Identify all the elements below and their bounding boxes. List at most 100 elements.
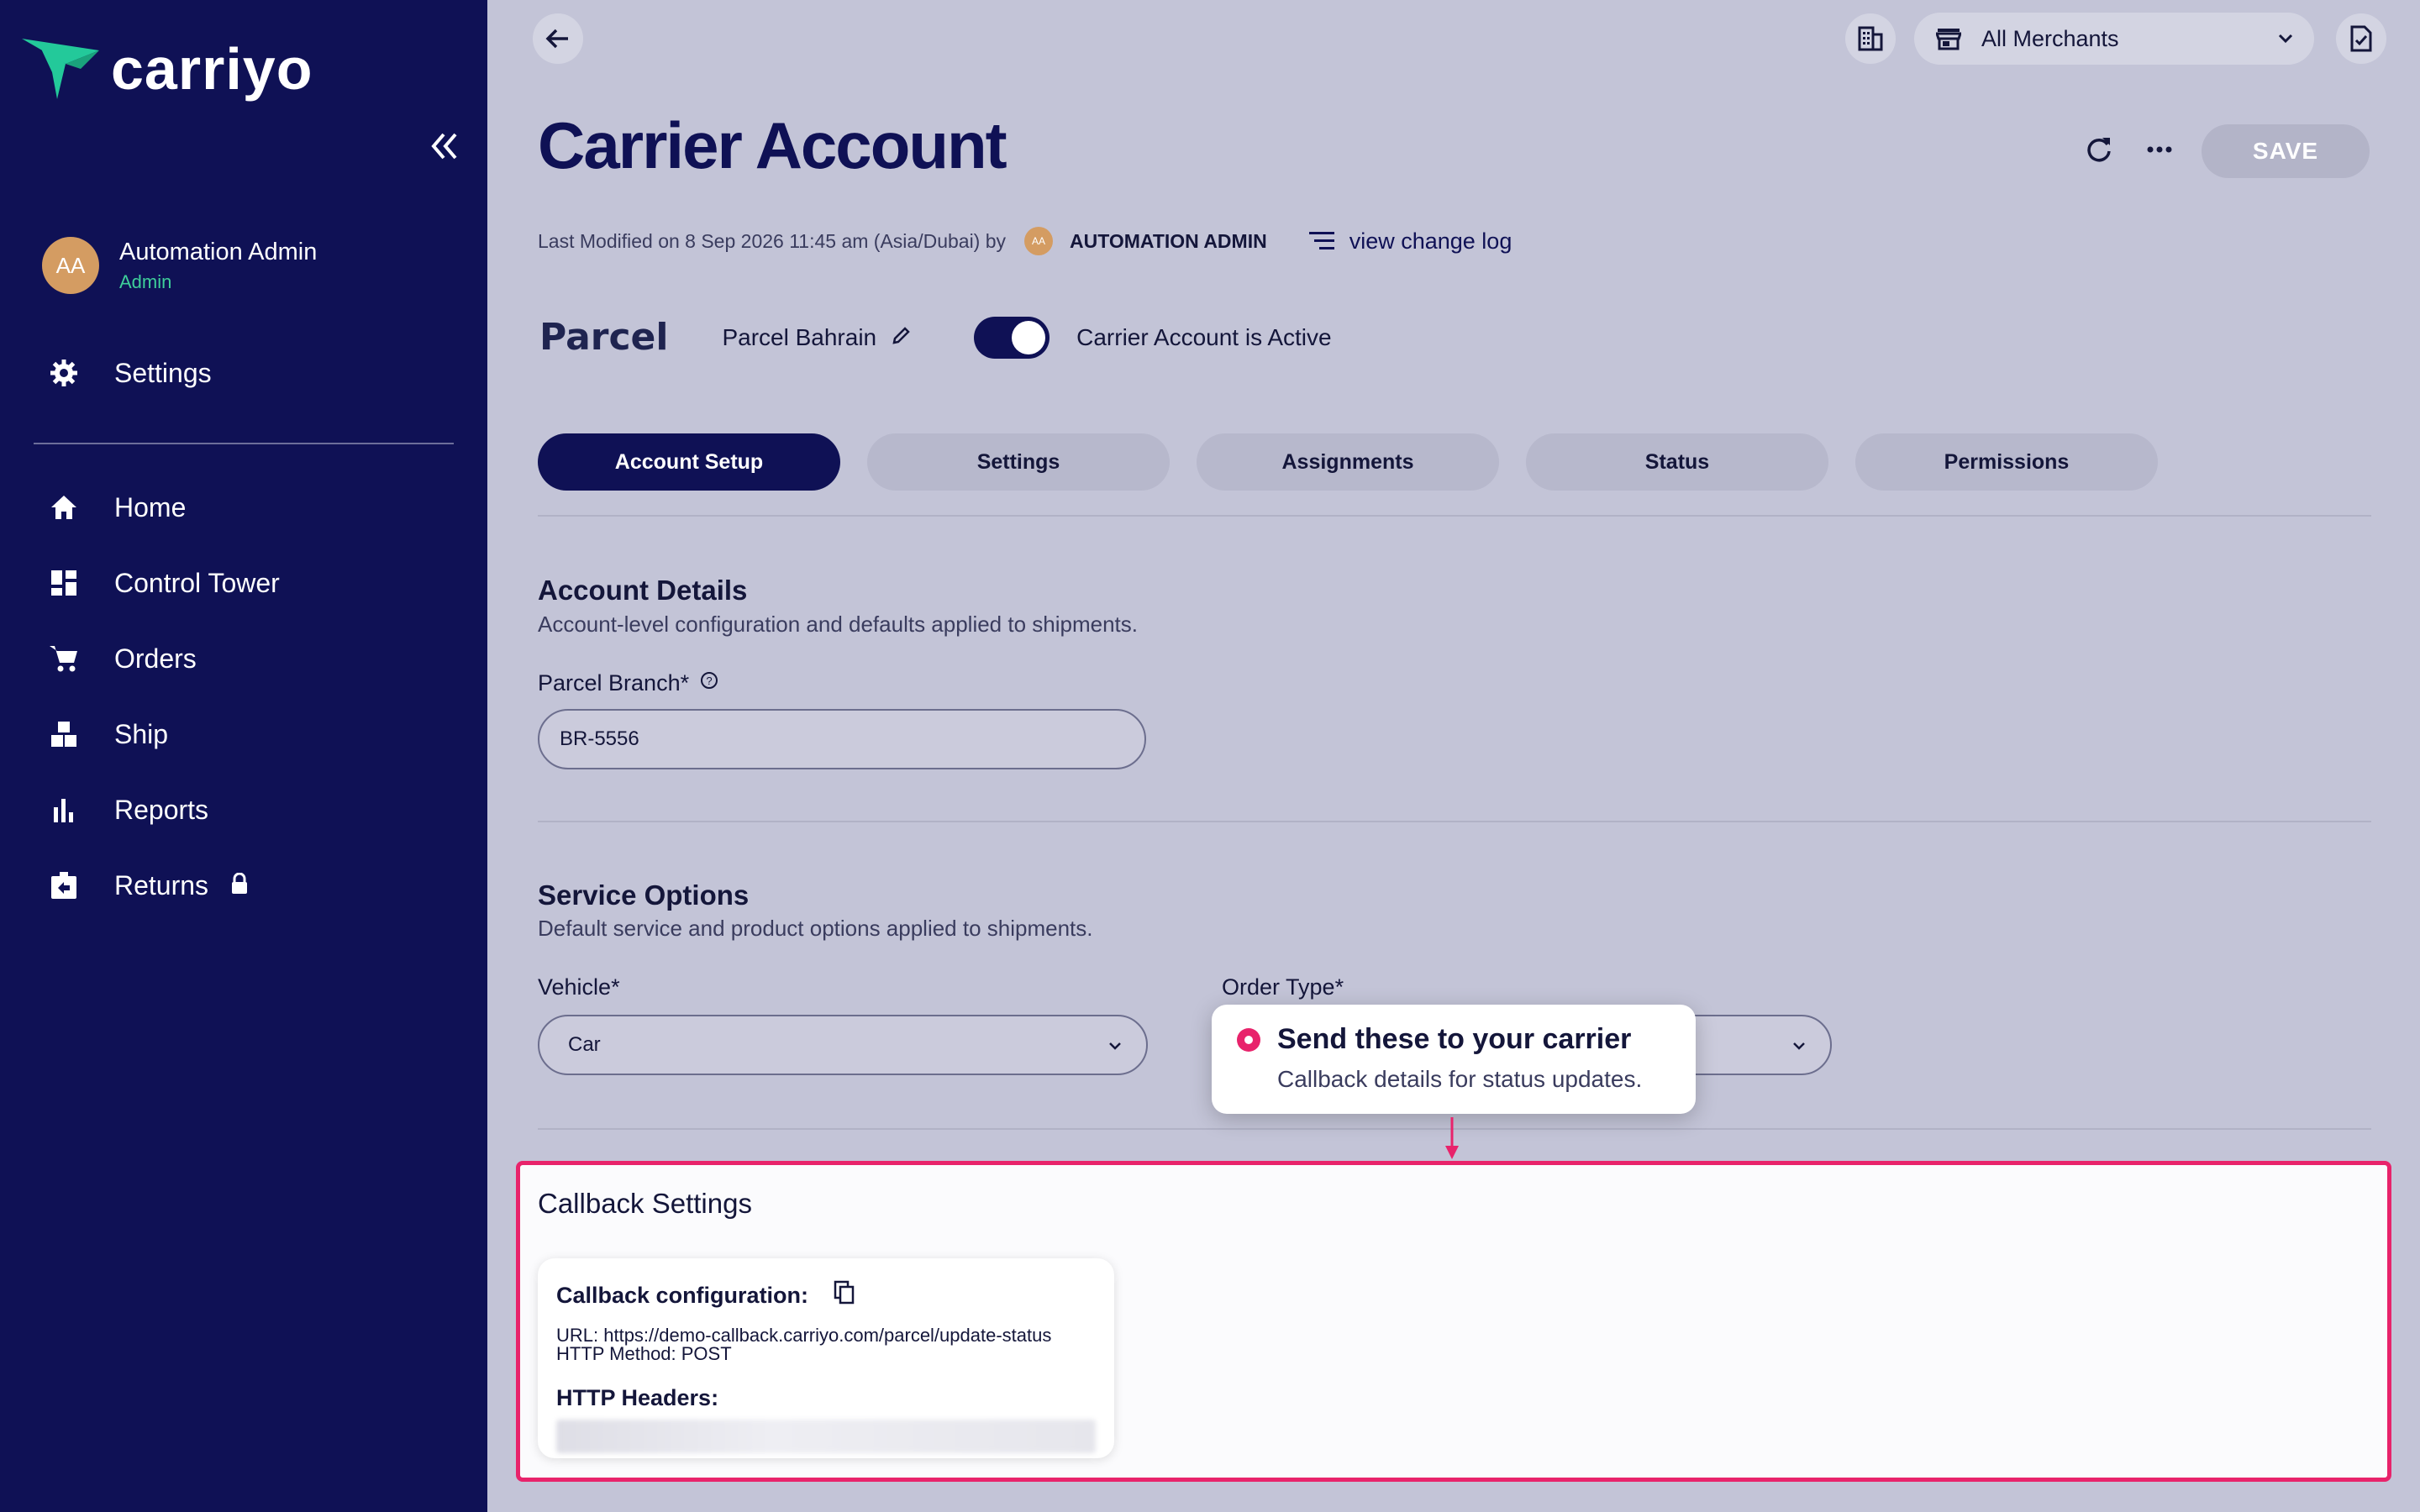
sidebar-item-label: Home <box>114 491 187 522</box>
chevron-down-icon <box>2278 34 2293 44</box>
sidebar: carriyo AA Automation Admin Admin Settin… <box>0 0 487 1512</box>
tab-permissions[interactable]: Permissions <box>1855 433 2158 491</box>
carrier-header: Parcel Parcel Bahrain Carrier Account is… <box>539 316 1332 359</box>
guide-tooltip: Send these to your carrier Callback deta… <box>1212 1005 1696 1114</box>
arrow-left-icon <box>545 29 568 49</box>
copy-button[interactable] <box>834 1280 855 1311</box>
service-options-title: Service Options <box>538 879 750 911</box>
tabs-divider <box>538 515 2371 517</box>
document-check-icon <box>2350 25 2372 52</box>
vehicle-select[interactable]: Car <box>538 1015 1148 1075</box>
save-button[interactable]: SAVE <box>2202 124 2370 178</box>
store-icon <box>1936 29 1961 50</box>
callback-config-label: Callback configuration: <box>556 1283 809 1308</box>
account-details-title: Account Details <box>538 575 748 606</box>
view-change-log-link[interactable]: view change log <box>1308 228 1512 255</box>
sidebar-item-orders[interactable]: Orders <box>47 633 197 684</box>
lock-icon <box>230 872 249 899</box>
tooltip-dot-icon <box>1237 1027 1260 1052</box>
sidebar-item-returns[interactable]: Returns <box>47 860 249 911</box>
tab-account-setup[interactable]: Account Setup <box>538 433 840 491</box>
sidebar-item-label: Reports <box>114 794 209 825</box>
toggle-knob <box>1012 320 1046 354</box>
copy-icon <box>834 1280 855 1305</box>
double-chevron-left-icon <box>431 133 457 160</box>
avatar: AA <box>42 237 99 294</box>
svg-text:?: ? <box>706 675 712 687</box>
tab-status[interactable]: Status <box>1526 433 1828 491</box>
tab-settings[interactable]: Settings <box>867 433 1170 491</box>
user-role: Admin <box>119 270 172 292</box>
modified-user-avatar: AA <box>1024 227 1054 255</box>
tab-assignments[interactable]: Assignments <box>1197 433 1499 491</box>
parcel-branch-label: Parcel Branch* ? <box>538 670 719 696</box>
last-modified-text: Last Modified on 8 Sep 2026 11:45 am (As… <box>538 229 1007 252</box>
chevron-down-icon <box>1793 1042 1805 1050</box>
carriyo-bird-icon <box>22 39 99 99</box>
pencil-icon <box>892 327 910 344</box>
sidebar-item-label: Settings <box>114 357 212 388</box>
bar-chart-icon <box>47 793 81 827</box>
user-name: Automation Admin <box>119 238 318 265</box>
cart-icon <box>47 642 81 675</box>
more-options-button[interactable] <box>2144 134 2175 169</box>
sidebar-item-reports[interactable]: Reports <box>47 785 208 835</box>
carrier-logo: Parcel <box>539 316 669 359</box>
sidebar-item-label: Orders <box>114 643 197 674</box>
back-button[interactable] <box>533 13 583 64</box>
parcel-branch-input[interactable]: BR-5556 <box>538 709 1146 769</box>
sidebar-item-settings[interactable]: Settings <box>47 348 212 398</box>
building-icon <box>1858 26 1883 51</box>
sidebar-item-ship[interactable]: Ship <box>47 709 168 759</box>
vehicle-label: Vehicle* <box>538 974 620 1000</box>
list-icon <box>1308 232 1334 249</box>
help-icon[interactable]: ? <box>699 670 719 696</box>
vehicle-select-value: Car <box>568 1033 601 1056</box>
return-box-icon <box>47 869 81 902</box>
sidebar-divider <box>34 443 454 444</box>
refresh-button[interactable] <box>2084 134 2114 169</box>
user-profile[interactable]: AA Automation Admin Admin <box>42 237 317 294</box>
dashboard-icon <box>47 566 81 600</box>
service-options-subtitle: Default service and product options appl… <box>538 916 1093 941</box>
callback-config-card: Callback configuration: URL: https://dem… <box>538 1258 1114 1458</box>
sidebar-item-home[interactable]: Home <box>47 482 186 533</box>
edit-name-button[interactable] <box>892 325 912 349</box>
sidebar-item-label: Control Tower <box>114 567 280 598</box>
carriyo-logo[interactable]: carriyo <box>22 39 313 99</box>
sidebar-item-control-tower[interactable]: Control Tower <box>47 558 280 608</box>
merchant-selector-value: All Merchants <box>1981 25 2119 51</box>
document-button[interactable] <box>2336 13 2386 64</box>
carrier-active-toggle[interactable] <box>974 316 1050 359</box>
collapse-sidebar-button[interactable] <box>427 129 460 170</box>
logo-text: carriyo <box>111 36 313 102</box>
sidebar-item-label: Ship <box>114 718 169 749</box>
account-details-subtitle: Account-level configuration and defaults… <box>538 612 1138 637</box>
order-type-label: Order Type* <box>1222 974 1344 1000</box>
gear-icon <box>47 356 81 390</box>
more-horizontal-icon <box>2147 146 2172 153</box>
boxes-icon <box>47 717 81 751</box>
section-divider <box>538 821 2371 822</box>
arrow-down-icon <box>1445 1117 1459 1159</box>
merchant-selector[interactable]: All Merchants <box>1914 13 2314 65</box>
last-modified-info: Last Modified on 8 Sep 2026 11:45 am (As… <box>538 227 1512 255</box>
tab-bar: Account Setup Settings Assignments Statu… <box>538 433 2158 491</box>
http-headers-label: HTTP Headers: <box>556 1385 719 1410</box>
tooltip-title: Send these to your carrier <box>1277 1023 1632 1055</box>
home-icon <box>47 491 81 524</box>
tooltip-subtitle: Callback details for status updates. <box>1277 1066 1643 1092</box>
chevron-down-icon <box>1109 1042 1121 1050</box>
carrier-account-name: Parcel Bahrain <box>722 323 877 350</box>
callback-url: URL: https://demo-callback.carriyo.com/p… <box>556 1325 1052 1346</box>
redacted-header-value <box>556 1420 1096 1453</box>
modified-user-name: AUTOMATION ADMIN <box>1070 229 1267 252</box>
parcel-branch-label-text: Parcel Branch* <box>538 670 690 696</box>
refresh-icon <box>2087 138 2111 162</box>
carrier-active-label: Carrier Account is Active <box>1076 323 1332 350</box>
page-title: Carrier Account <box>538 108 1007 182</box>
view-change-log-label: view change log <box>1349 228 1512 254</box>
organization-button[interactable] <box>1845 13 1896 64</box>
callback-settings-title: Callback Settings <box>538 1188 752 1219</box>
callback-method: HTTP Method: POST <box>556 1343 732 1364</box>
